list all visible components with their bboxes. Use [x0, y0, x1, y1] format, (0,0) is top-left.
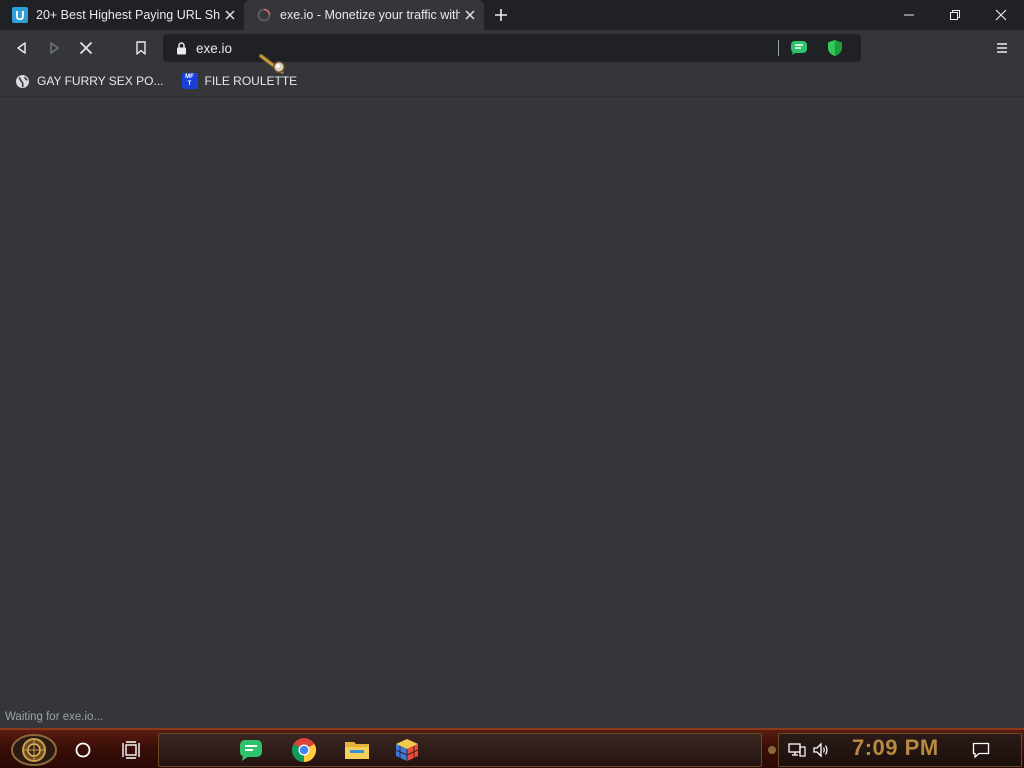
volume-icon[interactable]	[809, 735, 833, 765]
tab-exe-io[interactable]: exe.io - Monetize your traffic with	[244, 0, 484, 30]
close-window-button[interactable]	[978, 0, 1024, 30]
network-icon[interactable]	[785, 735, 809, 765]
tray-overflow-icon[interactable]	[762, 735, 782, 765]
loading-spinner-icon	[256, 7, 272, 23]
page-content	[0, 96, 1024, 728]
tab-title: 20+ Best Highest Paying URL Shor	[36, 8, 220, 22]
close-tab-icon[interactable]	[460, 5, 480, 25]
shield-extension-icon[interactable]	[825, 38, 845, 58]
close-tab-icon[interactable]	[220, 5, 240, 25]
tab-strip: U 20+ Best Highest Paying URL Shor exe.i…	[0, 0, 1024, 30]
rubiks-cube-icon[interactable]	[392, 735, 422, 765]
lock-icon[interactable]	[174, 41, 188, 55]
new-tab-button[interactable]	[490, 5, 512, 25]
bookmark-icon[interactable]	[130, 37, 152, 59]
globe-icon	[14, 73, 30, 89]
menu-icon[interactable]	[991, 37, 1013, 59]
restore-button[interactable]	[932, 0, 978, 30]
u-favicon-icon: U	[12, 7, 28, 23]
forward-button[interactable]	[43, 37, 65, 59]
tab-url-shortener[interactable]: U 20+ Best Highest Paying URL Shor	[0, 0, 244, 30]
task-view-icon[interactable]	[116, 735, 146, 765]
minimize-button[interactable]	[886, 0, 932, 30]
status-bubble: Waiting for exe.io...	[0, 708, 109, 728]
clock[interactable]: 7:09 PM	[852, 735, 939, 761]
mouse-cursor-icon	[259, 54, 285, 74]
speech-bubble-extension-icon[interactable]	[789, 38, 809, 58]
bookmarks-bar: GAY FURRY SEX PO... MF T FILE ROULETTE	[0, 66, 1024, 96]
stop-loading-button[interactable]	[75, 37, 97, 59]
back-button[interactable]	[11, 37, 33, 59]
tab-title: exe.io - Monetize your traffic with	[280, 8, 460, 22]
notifications-icon[interactable]	[966, 735, 996, 765]
chrome-icon[interactable]	[289, 735, 319, 765]
extension-divider	[778, 40, 779, 56]
bookmark-label: GAY FURRY SEX PO...	[37, 74, 164, 88]
start-button[interactable]	[9, 733, 59, 767]
speech-bubble-app-icon[interactable]	[236, 735, 266, 765]
bookmark-item[interactable]: GAY FURRY SEX PO...	[14, 68, 164, 94]
cortana-search-icon[interactable]	[68, 735, 98, 765]
file-explorer-icon[interactable]	[342, 735, 372, 765]
mft-icon: MF T	[181, 73, 198, 89]
